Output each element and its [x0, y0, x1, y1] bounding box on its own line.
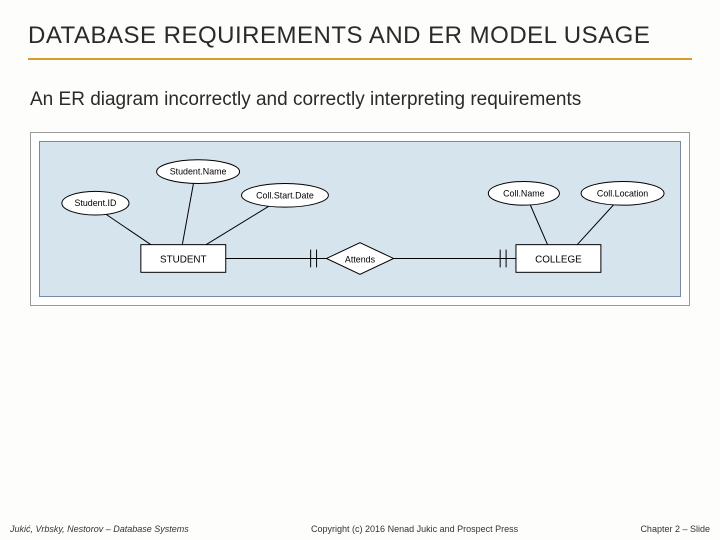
slide-title: DATABASE REQUIREMENTS AND ER MODEL USAGE — [28, 22, 692, 50]
attr-student-id-label: Student.ID — [74, 198, 116, 208]
er-diagram-frame: STUDENT COLLEGE Attends Student.ID Stude… — [30, 132, 690, 306]
slide-subtitle: An ER diagram incorrectly and correctly … — [30, 88, 692, 112]
attr-coll-name-label: Coll.Name — [503, 188, 544, 198]
attr-student-name-label: Student.Name — [170, 166, 227, 176]
relationship-attends-label: Attends — [345, 254, 376, 264]
slide-footer: Jukić, Vrbsky, Nestorov – Database Syste… — [0, 524, 720, 534]
attr-coll-location-label: Coll.Location — [597, 188, 648, 198]
accent-rule — [28, 58, 692, 60]
entity-college-label: COLLEGE — [535, 254, 582, 265]
footer-chapter: Chapter 2 – Slide — [640, 524, 710, 534]
er-diagram: STUDENT COLLEGE Attends Student.ID Stude… — [39, 141, 681, 297]
attr-coll-start-date-label: Coll.Start.Date — [256, 190, 314, 200]
footer-authors: Jukić, Vrbsky, Nestorov – Database Syste… — [10, 524, 189, 534]
entity-student-label: STUDENT — [160, 254, 207, 265]
footer-copyright: Copyright (c) 2016 Nenad Jukic and Prosp… — [311, 524, 518, 534]
